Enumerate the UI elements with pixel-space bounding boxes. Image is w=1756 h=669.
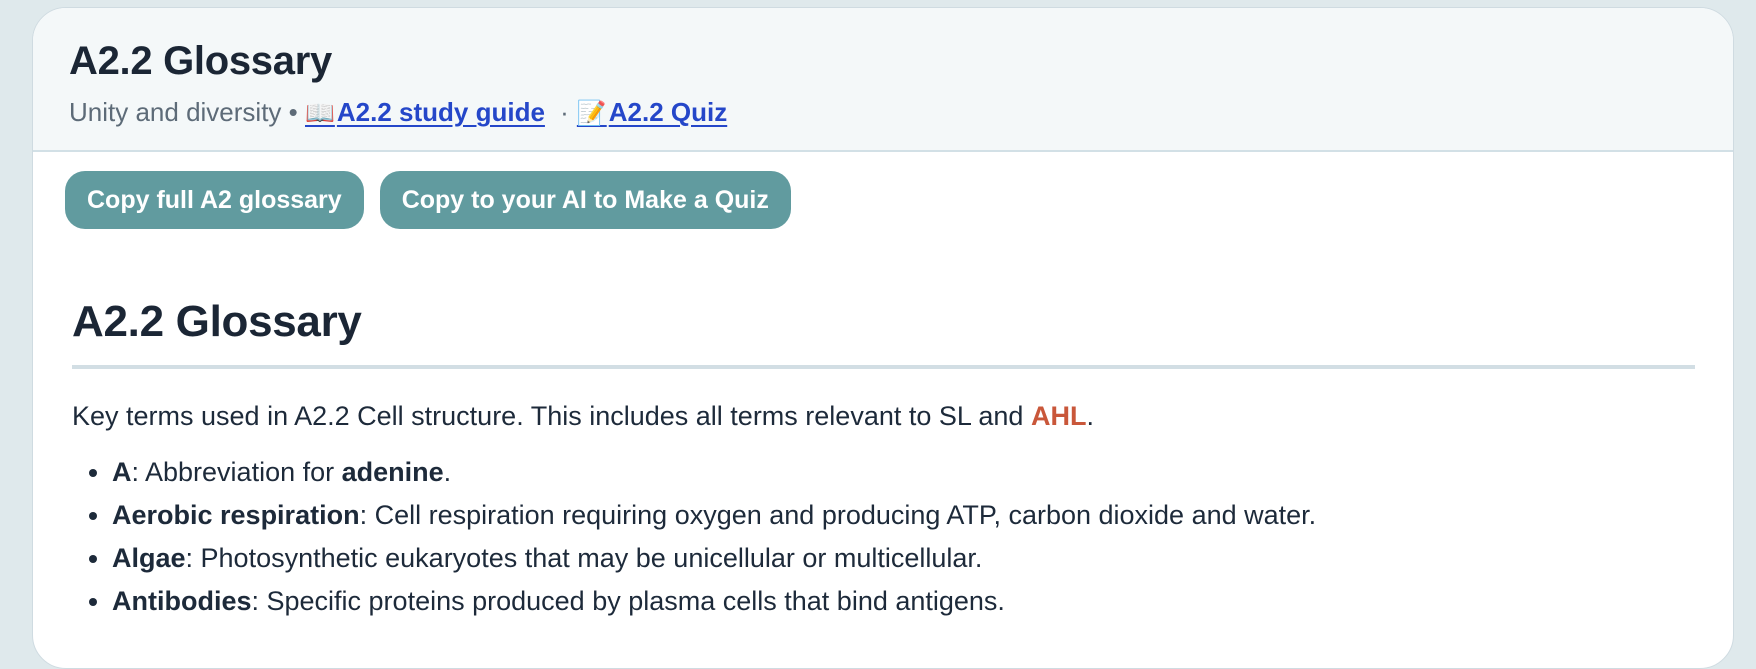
- term-definition: : Abbreviation for: [131, 457, 342, 487]
- dot-separator: ·: [560, 97, 569, 127]
- list-item: Algae: Photosynthetic eukaryotes that ma…: [112, 537, 1695, 580]
- term-definition-bold: adenine: [341, 457, 444, 487]
- quiz-link-label: A2.2 Quiz: [608, 97, 728, 127]
- button-row: Copy full A2 glossary Copy to your AI to…: [33, 152, 1733, 231]
- term-name: Algae: [112, 543, 186, 573]
- study-guide-link[interactable]: 📖A2.2 study guide: [305, 97, 545, 127]
- intro-paragraph: Key terms used in A2.2 Cell structure. T…: [72, 399, 1695, 433]
- intro-period: .: [1086, 401, 1094, 431]
- term-name: A: [112, 457, 132, 487]
- term-definition: : Specific proteins produced by plasma c…: [251, 586, 1005, 616]
- subtitle-text: Unity and diversity: [69, 97, 282, 127]
- term-definition: : Cell respiration requiring oxygen and …: [359, 500, 1317, 530]
- copy-glossary-button[interactable]: Copy full A2 glossary: [65, 171, 364, 229]
- book-icon: 📖: [305, 100, 335, 127]
- page-header: A2.2 Glossary Unity and diversity • 📖A2.…: [33, 8, 1733, 152]
- ahl-highlight: AHL: [1030, 401, 1087, 431]
- list-item: Antibodies: Specific proteins produced b…: [112, 580, 1695, 623]
- list-item: A: Abbreviation for adenine.: [112, 451, 1695, 494]
- list-item: Aerobic respiration: Cell respiration re…: [112, 494, 1695, 537]
- term-definition-end: .: [443, 457, 452, 487]
- term-name: Aerobic respiration: [112, 500, 360, 530]
- memo-icon: 📝: [576, 100, 607, 127]
- glossary-card: A2.2 Glossary Unity and diversity • 📖A2.…: [32, 7, 1734, 669]
- bullet-separator: •: [288, 97, 298, 127]
- intro-text: Key terms used in A2.2 Cell structure. T…: [72, 401, 1031, 431]
- term-definition: : Photosynthetic eukaryotes that may be …: [185, 543, 983, 573]
- term-name: Antibodies: [112, 586, 252, 616]
- glossary-heading: A2.2 Glossary: [72, 297, 1695, 369]
- copy-ai-quiz-button[interactable]: Copy to your AI to Make a Quiz: [379, 171, 791, 229]
- quiz-link[interactable]: 📝A2.2 Quiz: [577, 97, 727, 127]
- terms-list: A: Abbreviation for adenine. Aerobic res…: [72, 451, 1695, 623]
- page-title: A2.2 Glossary: [69, 39, 332, 83]
- subtitle: Unity and diversity • 📖A2.2 study guide …: [69, 96, 1733, 130]
- glossary-content: A2.2 Glossary Key terms used in A2.2 Cel…: [33, 297, 1733, 623]
- study-guide-link-label: A2.2 study guide: [336, 97, 545, 127]
